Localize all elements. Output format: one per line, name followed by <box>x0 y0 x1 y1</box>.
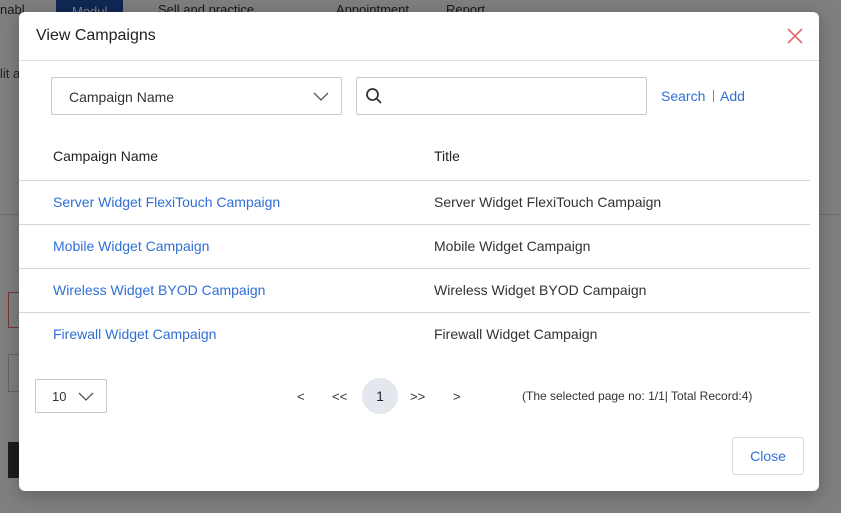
close-icon[interactable] <box>785 26 805 46</box>
add-link[interactable]: Add <box>720 88 745 104</box>
close-button[interactable]: Close <box>732 437 804 475</box>
pagination-info: (The selected page no: 1/1| Total Record… <box>522 389 753 403</box>
campaigns-table: Campaign Name Title Server Widget FlexiT… <box>19 140 810 357</box>
link-separator <box>713 90 714 102</box>
modal-title: View Campaigns <box>36 27 156 44</box>
search-field[interactable] <box>356 77 647 115</box>
campaign-name-link[interactable]: Mobile Widget Campaign <box>53 238 209 254</box>
table-row: Firewall Widget Campaign Firewall Widget… <box>19 313 810 357</box>
filter-field-select[interactable]: Campaign Name <box>51 77 342 115</box>
prev-page-button[interactable]: < <box>297 389 305 404</box>
chevron-down-icon <box>78 388 94 404</box>
table-row: Mobile Widget Campaign Mobile Widget Cam… <box>19 225 810 269</box>
last-page-button[interactable]: >> <box>410 389 425 404</box>
search-link[interactable]: Search <box>661 88 705 104</box>
modal-header: View Campaigns <box>19 12 819 61</box>
campaign-name-link[interactable]: Server Widget FlexiTouch Campaign <box>53 194 280 210</box>
table-row: Wireless Widget BYOD Campaign Wireless W… <box>19 269 810 313</box>
campaign-title: Wireless Widget BYOD Campaign <box>434 282 647 298</box>
filter-field-value: Campaign Name <box>69 89 175 105</box>
campaign-title: Server Widget FlexiTouch Campaign <box>434 194 662 210</box>
search-input[interactable] <box>391 84 641 110</box>
page-size-value: 10 <box>52 389 67 404</box>
campaign-name-link[interactable]: Firewall Widget Campaign <box>53 326 216 342</box>
table-header-row: Campaign Name Title <box>19 140 810 181</box>
chevron-down-icon <box>313 88 329 104</box>
campaign-name-link[interactable]: Wireless Widget BYOD Campaign <box>53 282 265 298</box>
search-icon <box>365 87 383 105</box>
current-page-button[interactable]: 1 <box>362 378 398 414</box>
first-page-button[interactable]: << <box>332 389 347 404</box>
column-header-title[interactable]: Title <box>434 148 460 164</box>
table-row: Server Widget FlexiTouch Campaign Server… <box>19 181 810 225</box>
view-campaigns-modal: View Campaigns Campaign Name Search Add … <box>19 12 819 491</box>
next-page-button[interactable]: > <box>453 389 461 404</box>
page-size-select[interactable]: 10 <box>35 379 107 413</box>
campaign-title: Firewall Widget Campaign <box>434 326 598 342</box>
campaign-title: Mobile Widget Campaign <box>434 238 591 254</box>
column-header-campaign-name[interactable]: Campaign Name <box>53 148 158 164</box>
